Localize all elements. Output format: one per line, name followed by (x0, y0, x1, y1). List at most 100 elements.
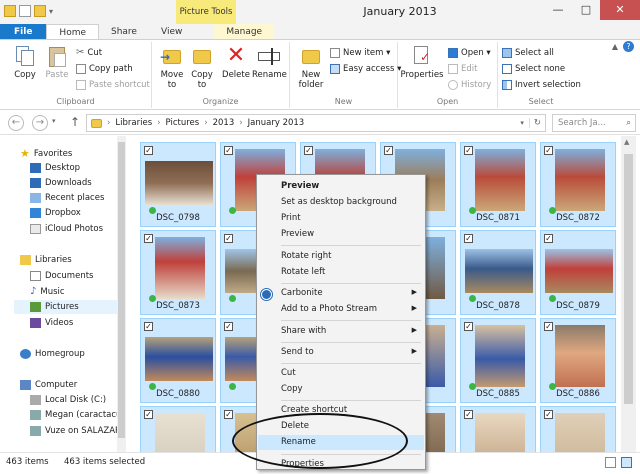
copy-path-button[interactable]: Copy path (76, 62, 133, 76)
content-scrollbar[interactable]: ▲ (621, 136, 636, 452)
scroll-up-icon[interactable]: ▲ (624, 138, 629, 146)
nav-pictures[interactable]: Pictures (14, 300, 117, 314)
open-button[interactable]: Open ▾ (448, 46, 491, 60)
tab-manage[interactable]: Manage (214, 24, 275, 39)
nav-recent-places[interactable]: Recent places (30, 193, 104, 203)
tile-checkbox[interactable]: ✓ (384, 146, 393, 155)
content-scrollbar-thumb[interactable] (624, 154, 633, 404)
breadcrumb-2013[interactable]: 2013 (213, 118, 235, 128)
folder-icon[interactable] (4, 5, 16, 17)
large-icons-view-icon[interactable] (621, 457, 632, 468)
menu-cut[interactable]: Cut (281, 368, 296, 378)
maximize-button[interactable]: □ (572, 0, 600, 20)
menu-add-to-photo-stream[interactable]: Add to a Photo Stream (281, 304, 377, 314)
nav-local-disk[interactable]: Local Disk (C:) (30, 395, 106, 405)
menu-copy[interactable]: Copy (281, 384, 303, 394)
nav-network-drive-megan[interactable]: Megan (caractacus (30, 410, 126, 420)
tile-checkbox[interactable]: ✓ (144, 322, 153, 331)
paste-button[interactable]: Paste (42, 44, 72, 80)
menu-share-with[interactable]: Share with (281, 326, 326, 336)
nav-scrollbar-thumb[interactable] (118, 142, 125, 438)
invert-selection-button[interactable]: Invert selection (502, 78, 581, 92)
tile-checkbox[interactable]: ✓ (464, 234, 473, 243)
tile-checkbox[interactable]: ✓ (224, 234, 233, 243)
properties-icon[interactable] (19, 5, 31, 17)
file-tile[interactable]: ✓ DSC_0873 (140, 230, 216, 315)
forward-button[interactable]: → (32, 115, 48, 131)
menu-rotate-right[interactable]: Rotate right (281, 251, 332, 261)
select-none-button[interactable]: Select none (502, 62, 565, 76)
breadcrumb-pictures[interactable]: Pictures (166, 118, 200, 128)
tab-file[interactable]: File (0, 24, 47, 39)
select-all-button[interactable]: Select all (502, 46, 554, 60)
file-tile[interactable]: ✓ DSC_0878 (460, 230, 536, 315)
tile-checkbox[interactable]: ✓ (544, 234, 553, 243)
nav-documents[interactable]: Documents (30, 271, 93, 281)
tile-checkbox[interactable]: ✓ (224, 410, 233, 419)
menu-print[interactable]: Print (281, 213, 301, 223)
file-tile[interactable]: ✓ DSC_0872 (540, 142, 616, 227)
file-tile[interactable]: ✓ DSC_0885 (460, 318, 536, 403)
tile-checkbox[interactable]: ✓ (464, 146, 473, 155)
menu-carbonite[interactable]: Carbonite (281, 288, 323, 298)
history-button[interactable]: History (448, 78, 491, 92)
tab-home[interactable]: Home (46, 24, 99, 39)
tile-checkbox[interactable]: ✓ (224, 322, 233, 331)
breadcrumb-libraries[interactable]: Libraries (115, 118, 152, 128)
file-tile[interactable]: ✓ DSC_0798 (140, 142, 216, 227)
back-button[interactable]: ← (8, 115, 24, 131)
address-box[interactable]: › Libraries › Pictures › 2013 › January … (86, 114, 546, 132)
details-view-icon[interactable] (605, 457, 616, 468)
menu-send-to[interactable]: Send to (281, 347, 314, 357)
file-tile[interactable]: ✓ DSC_0871 (460, 142, 536, 227)
nav-videos[interactable]: Videos (30, 318, 73, 328)
nav-computer[interactable]: Computer (20, 380, 77, 390)
new-item-button[interactable]: New item ▾ (330, 46, 390, 60)
refresh-icon[interactable]: ↻ (528, 118, 545, 128)
nav-network-drive-vuze[interactable]: Vuze on SALAZAR (30, 426, 121, 436)
copy-to-button[interactable]: Copy to (186, 44, 218, 90)
edit-button[interactable]: Edit (448, 62, 477, 76)
ribbon-collapse-icon[interactable]: ▲ (612, 42, 618, 51)
nav-dropbox[interactable]: Dropbox (30, 208, 81, 218)
tile-checkbox[interactable]: ✓ (544, 410, 553, 419)
menu-set-desktop-background[interactable]: Set as desktop background (281, 197, 397, 207)
move-to-button[interactable]: → Move to (156, 44, 188, 90)
properties-button[interactable]: ✓ Properties (400, 44, 444, 80)
nav-desktop[interactable]: Desktop (30, 163, 80, 173)
address-dropdown-icon[interactable]: ▾ (520, 119, 524, 127)
rename-button[interactable]: Rename (252, 44, 287, 80)
dropdown-icon[interactable]: ▾ (49, 7, 53, 16)
tile-checkbox[interactable]: ✓ (544, 146, 553, 155)
minimize-button[interactable]: — (544, 0, 572, 20)
tile-checkbox[interactable]: ✓ (144, 146, 153, 155)
nav-music[interactable]: ♪ Music (30, 286, 65, 297)
help-icon[interactable]: ? (623, 41, 634, 52)
breadcrumb-january-2013[interactable]: January 2013 (248, 118, 305, 128)
nav-downloads[interactable]: Downloads (30, 178, 92, 188)
file-tile[interactable]: ✓ (540, 406, 616, 452)
menu-rotate-left[interactable]: Rotate left (281, 267, 325, 277)
file-tile[interactable]: ✓ DSC_0880 (140, 318, 216, 403)
tile-checkbox[interactable]: ✓ (464, 322, 473, 331)
cut-button[interactable]: ✂ Cut (76, 46, 102, 60)
file-tile[interactable]: ✓ DSC_0879 (540, 230, 616, 315)
menu-preview[interactable]: Preview (281, 229, 314, 239)
new-folder-icon[interactable] (34, 5, 46, 17)
up-button[interactable]: ↑ (70, 115, 80, 129)
nav-homegroup[interactable]: Homegroup (20, 349, 85, 359)
nav-scrollbar[interactable] (117, 136, 126, 452)
nav-icloud-photos[interactable]: iCloud Photos (30, 224, 103, 234)
nav-favorites[interactable]: ★ Favorites (20, 147, 72, 160)
tile-checkbox[interactable]: ✓ (544, 322, 553, 331)
close-button[interactable]: ✕ (600, 0, 640, 20)
copy-button[interactable]: Copy (10, 44, 40, 80)
delete-button[interactable]: ✕ Delete (220, 44, 252, 81)
tile-checkbox[interactable]: ✓ (464, 410, 473, 419)
tab-view[interactable]: View (149, 24, 194, 39)
file-tile[interactable]: ✓ (460, 406, 536, 452)
tile-checkbox[interactable]: ✓ (304, 146, 313, 155)
new-folder-button[interactable]: New folder (294, 44, 328, 90)
search-input[interactable]: Search Ja... ⌕ (552, 114, 636, 132)
menu-preview-default[interactable]: Preview (281, 181, 319, 191)
